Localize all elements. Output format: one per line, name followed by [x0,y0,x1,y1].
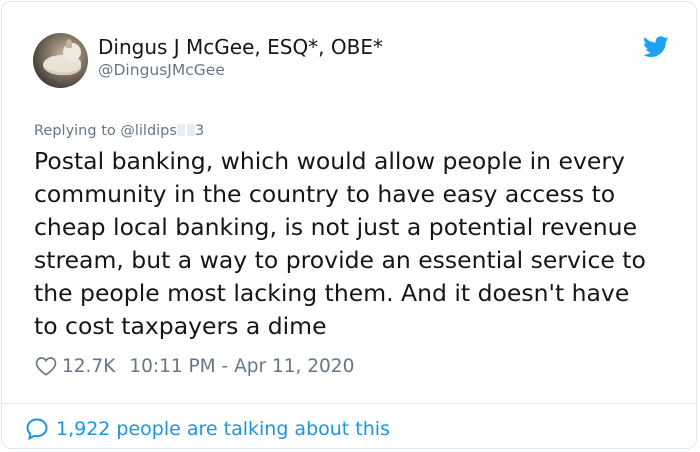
reply-prefix: Replying to [34,123,121,139]
footer-divider [2,403,696,404]
dog-ear-shape [66,39,72,48]
reply-context: Replying to @lildips 3 [34,121,204,141]
reply-handle-start: @lildips [120,123,177,139]
author-handle[interactable]: @DingusJMcGee [98,60,225,80]
conversation-count-text[interactable]: 1,922 people are talking about this [56,418,390,440]
tweet-card[interactable]: Dingus J McGee, ESQ*, OBE* @DingusJMcGee… [1,1,697,449]
conversation-link[interactable]: 1,922 people are talking about this [25,415,390,443]
author-display-name[interactable]: Dingus J McGee, ESQ*, OBE* [98,35,383,59]
tweet-text: Postal banking, which would allow people… [34,147,646,340]
speech-bubble-icon [26,418,48,441]
reply-handle-end: 3 [194,123,205,139]
reply-to-handle[interactable]: @lildips 3 [120,123,204,139]
twitter-bird-icon[interactable] [643,36,669,58]
like-count[interactable]: 12.7K [62,356,115,377]
tweet-timestamp[interactable]: 10:11 PM - Apr 11, 2020 [129,356,354,377]
tweet-meta: 12.7K 10:11 PM - Apr 11, 2020 [35,354,354,378]
redacted-blur [176,124,195,136]
author-avatar[interactable] [33,33,88,88]
heart-outline-icon[interactable] [35,356,57,376]
